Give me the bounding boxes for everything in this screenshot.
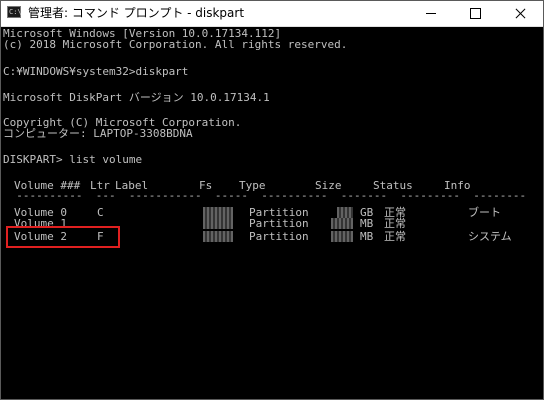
console-line-prompt: C:¥WINDOWS¥system32>diskpart [3, 65, 189, 78]
redacted-fs [203, 231, 233, 242]
row-info: システム [468, 230, 512, 243]
title-bar[interactable]: C:\ 管理者: コマンド プロンプト - diskpart [1, 1, 543, 27]
row-type: Partition [249, 217, 309, 230]
row-info: ブート [468, 206, 501, 219]
row-unit: MB [360, 217, 374, 230]
redacted-size [337, 207, 353, 218]
redacted-fs [203, 218, 233, 229]
row-ltr: C [97, 206, 104, 219]
header-separator: ---------- --- ----------- ----- -------… [3, 189, 527, 202]
row-status: 正常 [384, 217, 406, 230]
row-unit: MB [360, 230, 374, 243]
row-type: Partition [249, 230, 309, 243]
console-line-copyright-ms: (c) 2018 Microsoft Corporation. All righ… [3, 38, 348, 51]
console-line-computer: コンピューター: LAPTOP-3308BDNA [3, 127, 193, 140]
redacted-fs [203, 207, 233, 218]
console-line-command: DISKPART> list volume [3, 153, 143, 166]
console-app-icon[interactable]: C:\ [7, 6, 22, 18]
row-status: 正常 [384, 230, 406, 243]
maximize-button[interactable] [453, 1, 498, 26]
window-title: 管理者: コマンド プロンプト - diskpart [28, 6, 245, 20]
volume-2-highlight-box [6, 226, 120, 248]
redacted-size [331, 218, 353, 229]
console-output[interactable]: Microsoft Windows [Version 10.0.17134.11… [1, 26, 543, 399]
close-button[interactable] [498, 1, 543, 26]
command-prompt-window: C:\ 管理者: コマンド プロンプト - diskpart Microsoft… [0, 0, 544, 400]
minimize-button[interactable] [408, 1, 453, 26]
redacted-size [331, 231, 353, 242]
console-line-diskpart-version: Microsoft DiskPart バージョン 10.0.17134.1 [3, 91, 270, 104]
